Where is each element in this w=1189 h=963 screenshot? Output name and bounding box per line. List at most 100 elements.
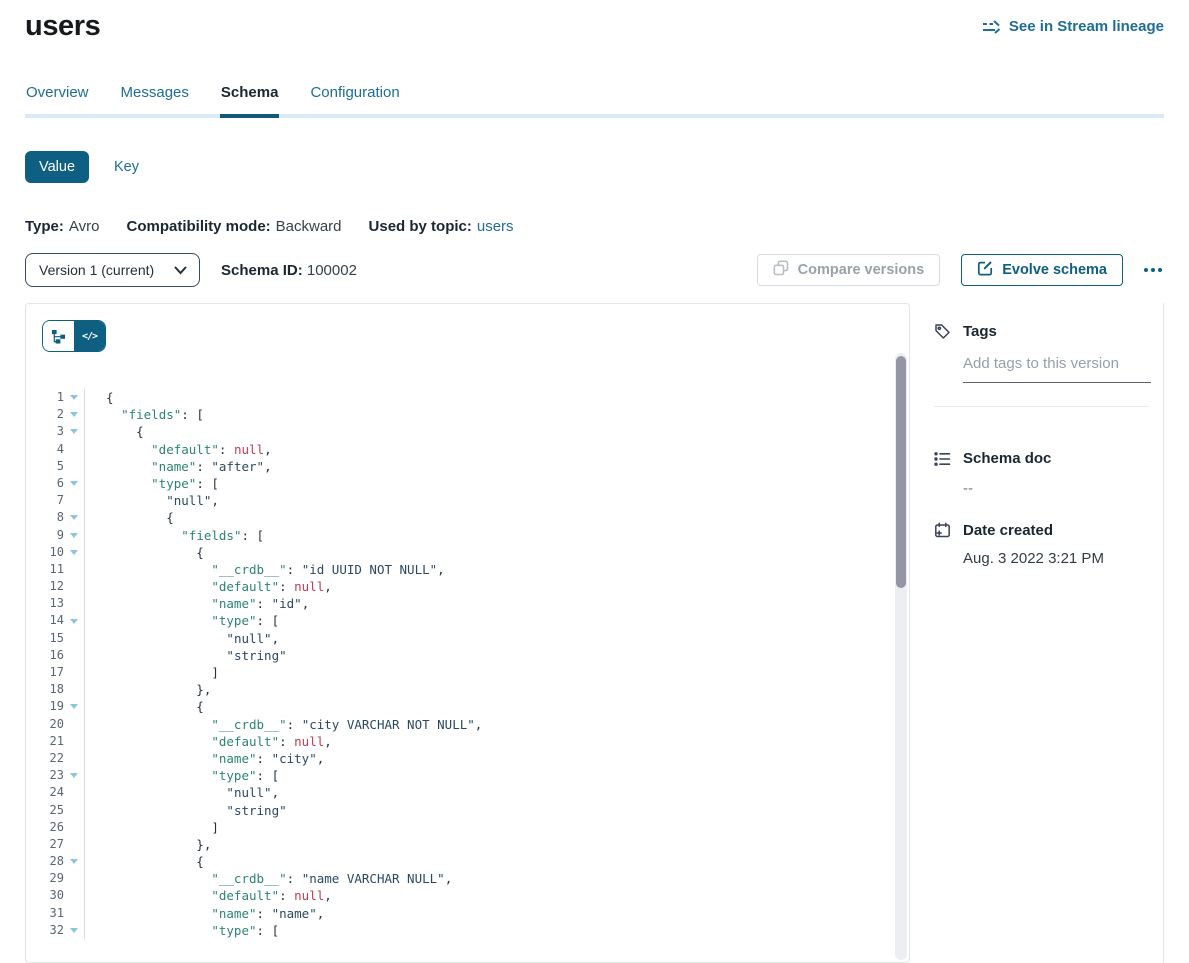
code-line: 3 { <box>26 423 909 440</box>
code-text: "type": [ <box>85 612 279 629</box>
line-number: 3 <box>26 423 64 440</box>
page-title: users <box>25 10 100 43</box>
tree-view-button[interactable] <box>43 321 74 351</box>
code-text: "fields": [ <box>85 527 264 544</box>
chevron-down-icon <box>174 262 187 278</box>
line-number: 24 <box>26 784 64 801</box>
line-number: 23 <box>26 767 64 784</box>
line-number: 13 <box>26 595 64 612</box>
line-number: 26 <box>26 819 64 836</box>
code-line: 15 "null", <box>26 630 909 647</box>
fold-toggle-icon[interactable] <box>70 550 78 555</box>
fold-toggle-icon[interactable] <box>70 429 78 434</box>
code-text: { <box>85 853 204 870</box>
schema-editor-panel: </> 1{2 "fields": [3 {4 "default": null,… <box>25 303 910 963</box>
code-line: 27 }, <box>26 836 909 853</box>
schema-doc-value: -- <box>963 480 1163 497</box>
edit-icon <box>977 260 993 280</box>
code-line: 13 "name": "id", <box>26 595 909 612</box>
tag-icon <box>934 323 951 340</box>
fold-toggle-icon[interactable] <box>70 928 78 933</box>
code-line: 10 { <box>26 544 909 561</box>
page-header: users See in Stream lineage <box>0 0 1189 43</box>
code-text: "name": "city", <box>85 750 324 767</box>
code-text: ] <box>85 664 219 681</box>
line-number: 22 <box>26 750 64 767</box>
fold-toggle-icon[interactable] <box>70 704 78 709</box>
more-options-button[interactable] <box>1142 262 1164 278</box>
editor-scrollbar-track[interactable] <box>895 353 907 960</box>
tab-messages[interactable]: Messages <box>120 80 190 114</box>
code-line: 8 { <box>26 509 909 526</box>
code-line: 21 "default": null, <box>26 733 909 750</box>
tab-overview[interactable]: Overview <box>25 80 90 114</box>
code-line: 26 ] <box>26 819 909 836</box>
code-line: 4 "default": null, <box>26 441 909 458</box>
code-view-button[interactable]: </> <box>74 321 105 351</box>
code-editor[interactable]: 1{2 "fields": [3 {4 "default": null,5 "n… <box>26 389 909 939</box>
line-number: 18 <box>26 681 64 698</box>
code-text: "string" <box>85 802 287 819</box>
code-line: 23 "type": [ <box>26 767 909 784</box>
compare-versions-button[interactable]: Compare versions <box>757 254 941 286</box>
fold-toggle-icon[interactable] <box>70 619 78 624</box>
code-line: 6 "type": [ <box>26 475 909 492</box>
code-text: { <box>85 698 204 715</box>
fold-toggle-icon[interactable] <box>70 481 78 486</box>
schema-doc-heading: Schema doc <box>934 450 1163 467</box>
version-select[interactable]: Version 1 (current) <box>25 253 200 287</box>
tab-schema[interactable]: Schema <box>220 80 280 118</box>
line-number: 28 <box>26 853 64 870</box>
stream-lineage-icon <box>982 20 1001 34</box>
doc-list-icon <box>934 451 951 467</box>
line-number: 27 <box>26 836 64 853</box>
editor-scrollbar-thumb[interactable] <box>896 356 906 588</box>
code-text: "name": "id", <box>85 595 309 612</box>
stream-lineage-link[interactable]: See in Stream lineage <box>982 18 1164 35</box>
line-number: 31 <box>26 905 64 922</box>
details-sidebar: Tags Schema doc -- <box>934 303 1164 963</box>
code-text: { <box>85 544 204 561</box>
line-number: 15 <box>26 630 64 647</box>
editor-view-toggle: </> <box>42 320 106 352</box>
code-icon: </> <box>82 331 97 342</box>
tab-configuration[interactable]: Configuration <box>309 80 400 114</box>
fold-toggle-icon[interactable] <box>70 412 78 417</box>
fold-toggle-icon[interactable] <box>70 533 78 538</box>
code-line: 14 "type": [ <box>26 612 909 629</box>
line-number: 30 <box>26 887 64 904</box>
fold-toggle-icon[interactable] <box>70 859 78 864</box>
compatibility-mode: Compatibility mode:Backward <box>126 218 341 235</box>
code-line: 5 "name": "after", <box>26 458 909 475</box>
code-line: 12 "default": null, <box>26 578 909 595</box>
code-text: "default": null, <box>85 578 332 595</box>
fold-toggle-icon[interactable] <box>70 515 78 520</box>
main-content: </> 1{2 "fields": [3 {4 "default": null,… <box>25 303 1164 963</box>
used-by-topic-link[interactable]: users <box>477 218 514 235</box>
stream-lineage-label: See in Stream lineage <box>1009 18 1164 35</box>
code-text: ] <box>85 819 219 836</box>
line-number: 16 <box>26 647 64 664</box>
fold-toggle-icon[interactable] <box>70 395 78 400</box>
key-toggle-button[interactable]: Key <box>114 159 139 175</box>
value-toggle-button[interactable]: Value <box>25 151 89 183</box>
line-number: 17 <box>26 664 64 681</box>
code-line: 17 ] <box>26 664 909 681</box>
code-line: 31 "name": "name", <box>26 905 909 922</box>
code-text: "__crdb__": "name VARCHAR NULL", <box>85 870 452 887</box>
tab-bar: Overview Messages Schema Configuration <box>25 80 1164 118</box>
line-number: 29 <box>26 870 64 887</box>
tags-section-heading: Tags <box>934 323 1163 340</box>
schema-meta-row: Type:Avro Compatibility mode:Backward Us… <box>25 218 1164 235</box>
sidebar-divider <box>934 406 1149 407</box>
line-number: 10 <box>26 544 64 561</box>
line-number: 25 <box>26 802 64 819</box>
add-tags-input[interactable] <box>963 355 1151 383</box>
compare-versions-icon <box>773 260 789 280</box>
evolve-schema-button[interactable]: Evolve schema <box>961 254 1123 286</box>
code-line: 24 "null", <box>26 784 909 801</box>
schema-type: Type:Avro <box>25 218 99 235</box>
fold-toggle-icon[interactable] <box>70 773 78 778</box>
line-number: 7 <box>26 492 64 509</box>
code-text: "type": [ <box>85 922 279 939</box>
